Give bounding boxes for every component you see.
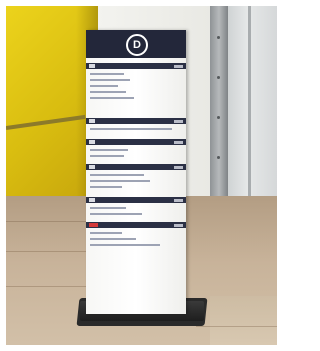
sign-header: D (86, 30, 186, 58)
sign-text-line (90, 79, 130, 81)
sign-text-line (90, 73, 124, 75)
directory-sign: D (86, 30, 186, 314)
sign-section-bar (86, 63, 186, 69)
section-marker (89, 140, 95, 144)
sign-section-bar (86, 139, 186, 145)
section-floor-label (174, 198, 183, 202)
sign-section-bar (86, 164, 186, 170)
section-floor-label (174, 165, 183, 169)
photo-scene: D (0, 0, 282, 351)
sign-text-line (90, 149, 128, 151)
sign-text-line (90, 155, 124, 157)
pillar-bolt (217, 76, 220, 79)
section-marker (89, 165, 95, 169)
section-marker (89, 198, 95, 202)
sign-text-line (90, 180, 150, 182)
pillar-bolt (217, 116, 220, 119)
sign-text-line (90, 238, 136, 240)
photo-frame: D (6, 6, 277, 345)
section-floor-label (174, 223, 183, 227)
sign-letter-badge: D (126, 34, 148, 56)
floor-plank-line (6, 251, 91, 252)
pillar-bolt (217, 156, 220, 159)
sign-text-line (90, 213, 142, 215)
sign-text-line (90, 232, 122, 234)
floor-plank-line (196, 326, 277, 327)
sign-text-line (90, 174, 144, 176)
floor-right (210, 296, 277, 345)
sign-text-line (90, 85, 118, 87)
sign-text-line (90, 207, 126, 209)
section-marker-red (89, 223, 98, 227)
sign-text-line (90, 97, 134, 99)
sign-text-line (90, 244, 160, 246)
section-marker (89, 64, 95, 68)
floor-plank-line (6, 221, 96, 222)
sign-section-bar (86, 118, 186, 124)
section-marker (89, 119, 95, 123)
floor-plank-line (6, 286, 86, 287)
section-floor-label (174, 140, 183, 144)
sign-section-bar (86, 222, 186, 228)
sign-text-line (90, 186, 122, 188)
sign-section-bar (86, 197, 186, 203)
section-floor-label (174, 119, 183, 123)
sign-text-line (90, 91, 126, 93)
section-floor-label (174, 64, 183, 68)
sign-text-line (90, 128, 172, 130)
pillar-bolt (217, 36, 220, 39)
